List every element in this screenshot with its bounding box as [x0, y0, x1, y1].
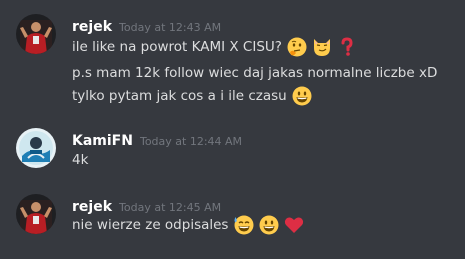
avatar[interactable]: [16, 194, 56, 234]
red-question-mark-icon[interactable]: [336, 36, 358, 58]
message-line: ile like na powrot KAMI X CISU?: [72, 36, 358, 58]
avatar[interactable]: [16, 128, 56, 168]
grinning-face-icon[interactable]: [258, 214, 280, 236]
message-text: tylko pytam jak cos a i ile czasu: [72, 88, 287, 104]
message-text: nie wierze ze odpisales: [72, 217, 229, 233]
smirking-cat-face-icon[interactable]: [311, 36, 333, 58]
message-line: nie wierze ze odpisales: [72, 213, 305, 237]
message-text: ile like na powrot KAMI X CISU?: [72, 39, 282, 55]
message-line: 4k: [72, 151, 88, 169]
message-text: p.s mam 12k follow wiec daj jakas normal…: [72, 65, 438, 81]
message-line: tylko pytam jak cos a i ile czasu: [72, 84, 313, 108]
timestamp: Today at 12:43 AM: [119, 21, 222, 34]
timestamp: Today at 12:44 AM: [139, 135, 243, 148]
message-line: p.s mam 12k follow wiec daj jakas normal…: [72, 64, 437, 82]
chat-messages: rejek Today at 12:43 AM ile like na powro…: [0, 0, 465, 259]
message-text: 4k: [72, 152, 89, 168]
username[interactable]: rejek: [72, 19, 112, 35]
username[interactable]: KamiFN: [72, 133, 133, 149]
avatar[interactable]: [16, 14, 56, 54]
grinning-face-with-sweat-icon[interactable]: [233, 214, 255, 236]
thinking-face-icon[interactable]: [286, 36, 308, 58]
red-heart-icon[interactable]: [283, 214, 305, 236]
grinning-face-icon[interactable]: [291, 85, 313, 107]
